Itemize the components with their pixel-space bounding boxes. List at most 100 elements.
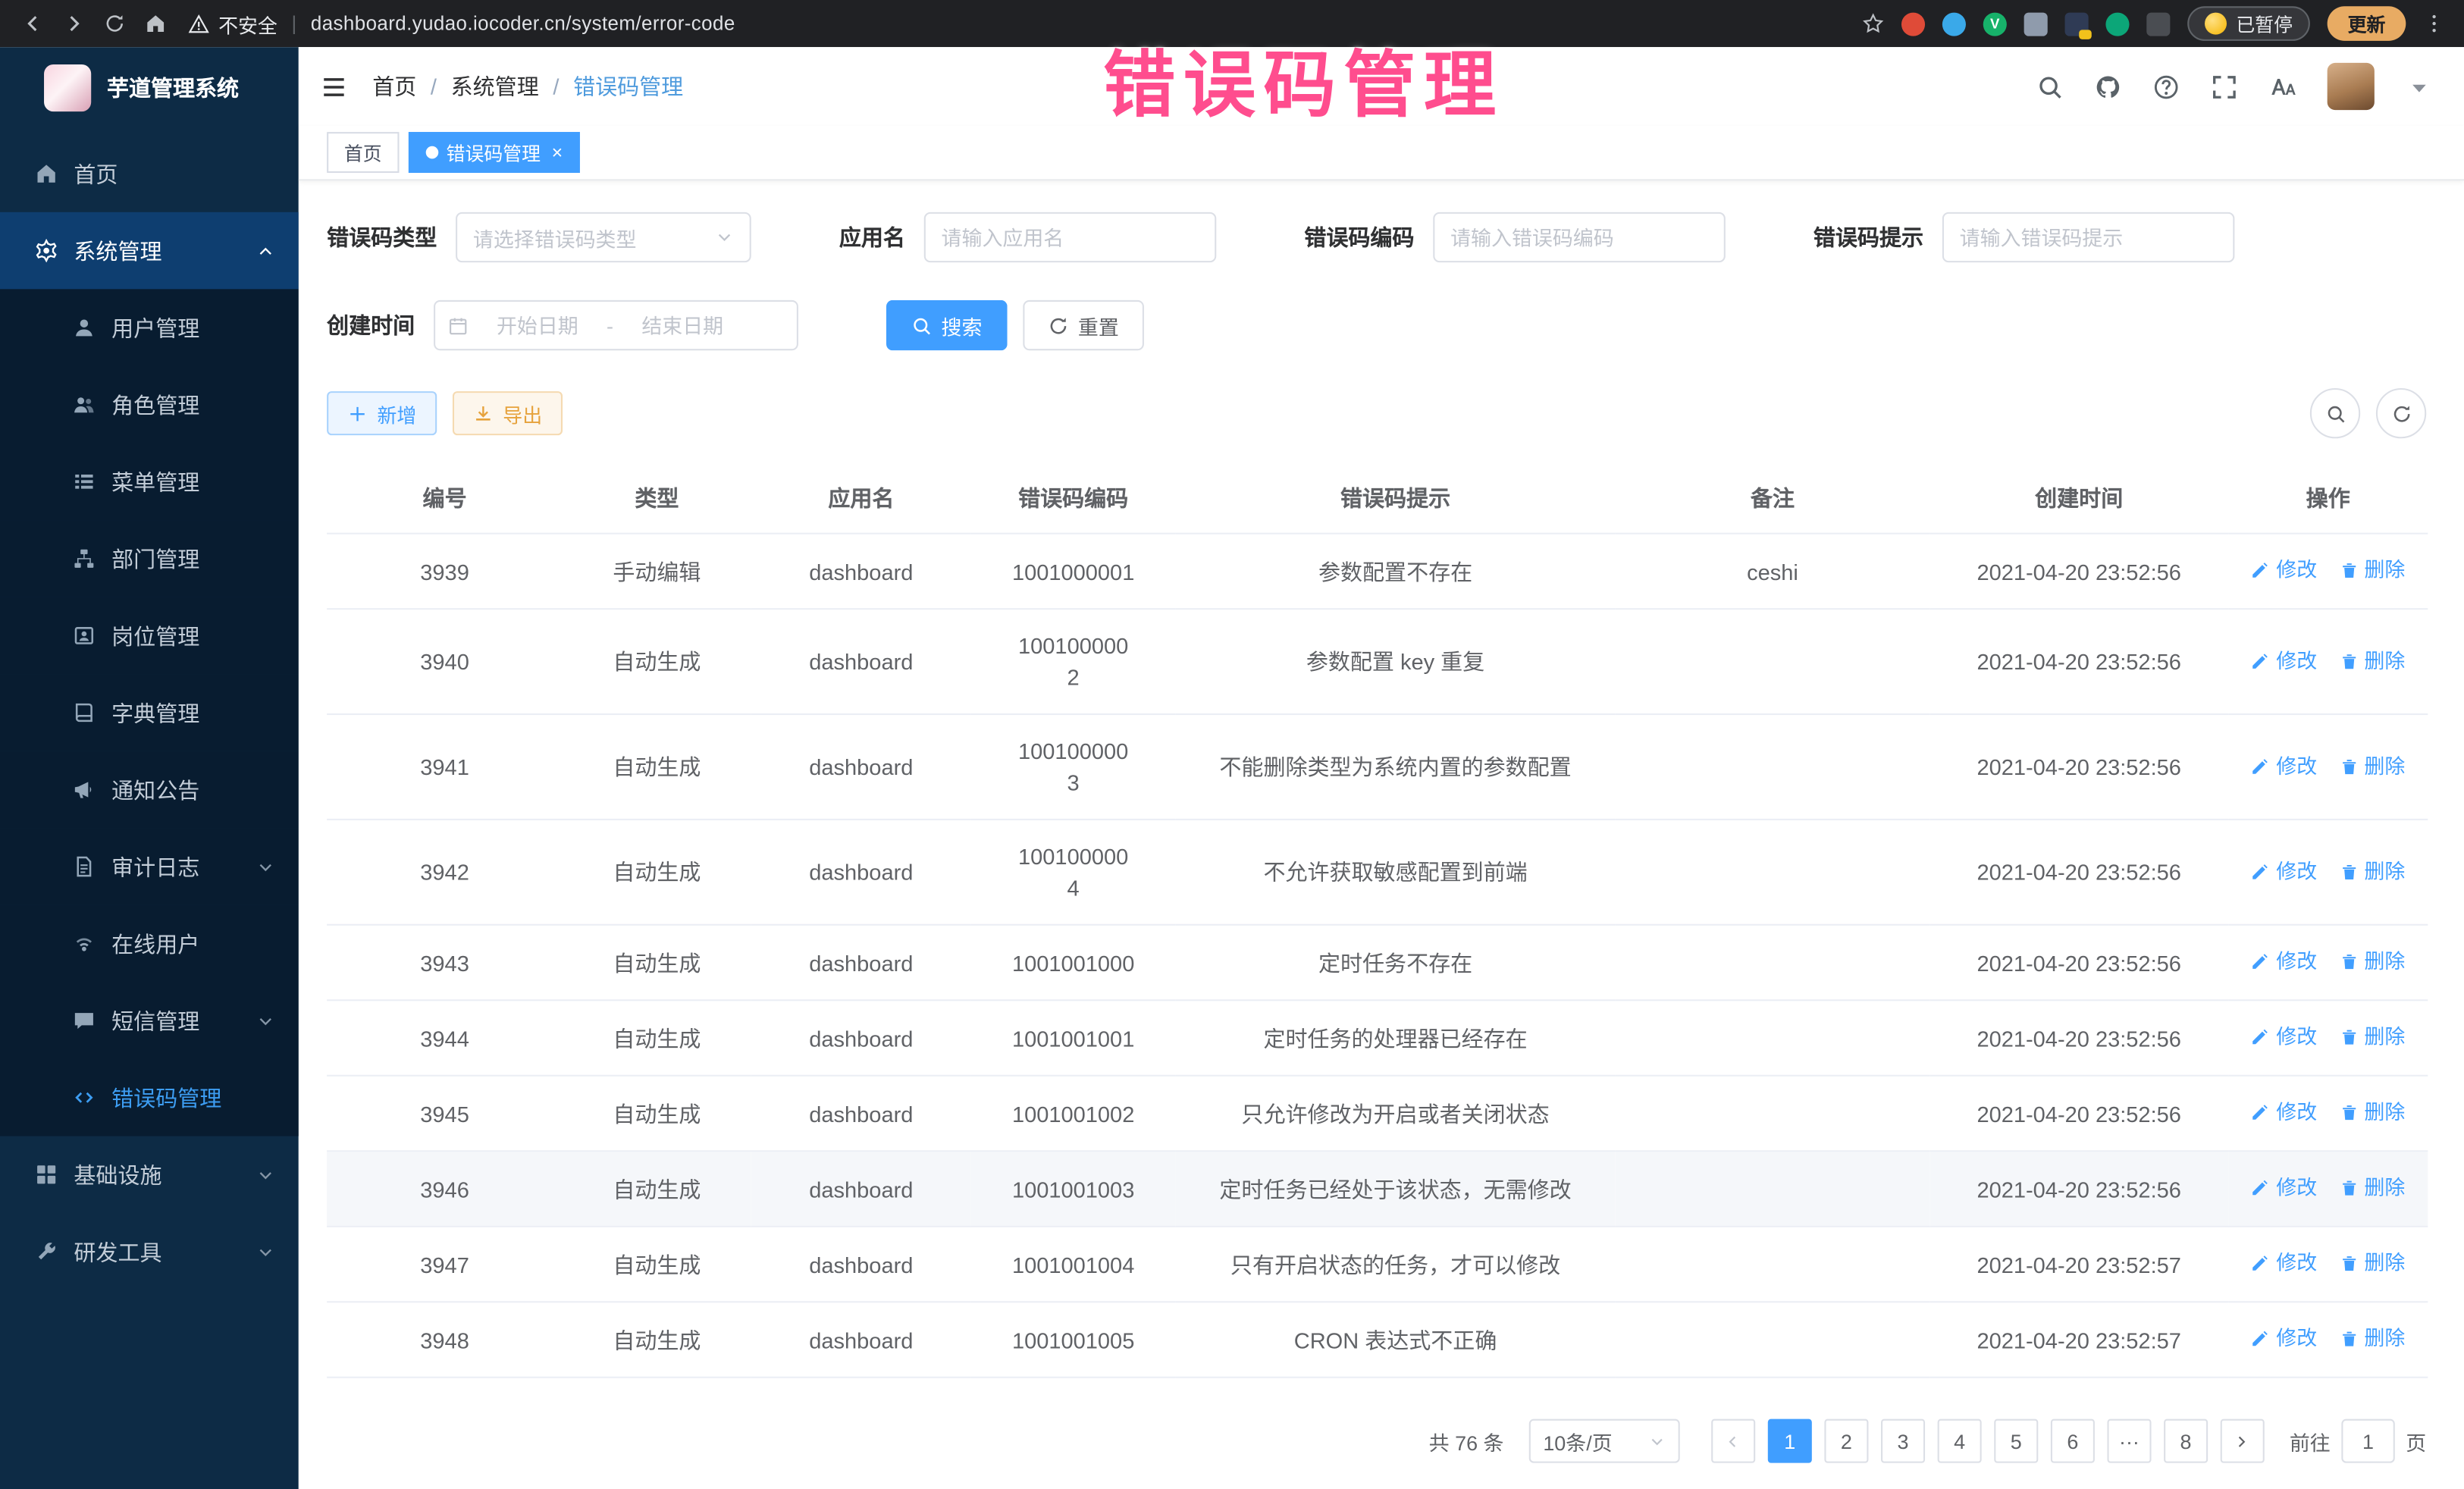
search-button[interactable]: 搜索 (886, 300, 1008, 350)
prev-page-button[interactable] (1711, 1419, 1755, 1463)
edit-link[interactable]: 修改 (2251, 856, 2317, 887)
help-icon[interactable] (2153, 73, 2180, 99)
chevron-down-icon (256, 1011, 275, 1030)
reset-button[interactable]: 重置 (1023, 300, 1144, 350)
sidebar-item-dept[interactable]: 部门管理 (0, 520, 299, 597)
delete-link[interactable]: 删除 (2339, 555, 2405, 586)
extension-icon-6[interactable] (2105, 12, 2129, 36)
sidebar-item-role[interactable]: 角色管理 (0, 366, 299, 444)
extensions-puzzle-icon[interactable] (2146, 12, 2170, 36)
github-icon[interactable] (2095, 73, 2121, 99)
profile-paused-badge[interactable]: 已暂停 (2187, 6, 2310, 41)
edit-link[interactable]: 修改 (2251, 946, 2317, 977)
search-button-label: 搜索 (942, 310, 983, 340)
browser-home-button[interactable] (135, 3, 176, 44)
avatar-caret-down-icon[interactable] (2406, 73, 2432, 99)
browser-menu-kebab-icon[interactable] (2423, 13, 2445, 35)
error-type-select[interactable]: 请选择错误码类型 (456, 212, 751, 262)
goto-page-input[interactable] (2341, 1419, 2394, 1463)
trash-icon (2339, 952, 2358, 971)
date-range-picker[interactable]: - (434, 300, 798, 350)
page-button-6[interactable]: 6 (2051, 1419, 2095, 1463)
tag-error-code[interactable]: 错误码管理 (409, 132, 580, 173)
cell-time: 2021-04-20 23:52:56 (1930, 1151, 2228, 1226)
sidebar-item-post[interactable]: 岗位管理 (0, 597, 299, 675)
user-avatar[interactable] (2328, 63, 2375, 110)
sidebar-item-audit-log[interactable]: 审计日志 (0, 828, 299, 905)
browser-reload-button[interactable] (94, 3, 135, 44)
page-button-5[interactable]: 5 (1994, 1419, 2038, 1463)
edit-link[interactable]: 修改 (2251, 1021, 2317, 1052)
font-size-icon[interactable] (2269, 73, 2296, 99)
page-button-4[interactable]: 4 (1938, 1419, 1982, 1463)
sidebar-item-menu[interactable]: 菜单管理 (0, 444, 299, 521)
search-icon[interactable] (2036, 73, 2063, 99)
browser-forward-button[interactable] (53, 3, 94, 44)
delete-link[interactable]: 删除 (2339, 751, 2405, 782)
error-code-input[interactable] (1433, 212, 1726, 262)
tag-close-icon[interactable] (552, 142, 563, 164)
sidebar-item-infra[interactable]: 基础设施 (0, 1136, 299, 1214)
cell-id: 3939 (327, 534, 563, 609)
signal-icon (72, 932, 96, 955)
delete-link[interactable]: 删除 (2339, 1323, 2405, 1354)
app-name-input[interactable] (924, 212, 1217, 262)
breadcrumb-home[interactable]: 首页 (372, 71, 416, 102)
extension-icon-3[interactable]: V (1983, 12, 2007, 36)
next-page-button[interactable] (2221, 1419, 2265, 1463)
fullscreen-icon[interactable] (2211, 73, 2237, 99)
delete-link[interactable]: 删除 (2339, 1172, 2405, 1203)
sidebar-item-sms[interactable]: 短信管理 (0, 982, 299, 1059)
page-ellipsis-button[interactable]: ··· (2107, 1419, 2151, 1463)
tag-home[interactable]: 首页 (327, 132, 399, 173)
delete-link[interactable]: 删除 (2339, 645, 2405, 676)
sidebar-item-system[interactable]: 系统管理 (0, 212, 299, 290)
sidebar-item-home[interactable]: 首页 (0, 135, 299, 212)
browser-back-button[interactable] (13, 3, 54, 44)
edit-link[interactable]: 修改 (2251, 751, 2317, 782)
end-date-input[interactable] (619, 312, 745, 338)
cell-remark (1616, 1227, 1930, 1302)
error-hint-input[interactable] (1942, 212, 2235, 262)
edit-link[interactable]: 修改 (2251, 555, 2317, 586)
security-label: 不安全 (218, 8, 277, 38)
delete-link[interactable]: 删除 (2339, 1021, 2405, 1052)
extension-icon-2[interactable] (1942, 12, 1966, 36)
extension-icon-1[interactable] (1901, 12, 1925, 36)
refresh-table-button[interactable] (2376, 388, 2426, 438)
delete-link[interactable]: 删除 (2339, 946, 2405, 977)
edit-link[interactable]: 修改 (2251, 1097, 2317, 1128)
export-button[interactable]: 导出 (453, 391, 563, 435)
sidebar-item-devtool[interactable]: 研发工具 (0, 1213, 299, 1290)
delete-link[interactable]: 删除 (2339, 856, 2405, 887)
address-bar[interactable]: 不安全 | dashboard.yudao.iocoder.cn/system/… (189, 8, 735, 38)
sidebar-item-notice[interactable]: 通知公告 (0, 751, 299, 829)
page-size-select[interactable]: 10条/页 (1529, 1419, 1680, 1463)
start-date-input[interactable] (475, 312, 600, 338)
sidebar-item-error-code[interactable]: 错误码管理 (0, 1059, 299, 1136)
sidebar-item-online-user[interactable]: 在线用户 (0, 905, 299, 983)
edit-link[interactable]: 修改 (2251, 1248, 2317, 1279)
edit-link[interactable]: 修改 (2251, 645, 2317, 676)
page-button-1[interactable]: 1 (1768, 1419, 1812, 1463)
sidebar-item-user[interactable]: 用户管理 (0, 289, 299, 366)
extension-icon-4[interactable] (2024, 12, 2048, 36)
breadcrumb-system[interactable]: 系统管理 (451, 71, 539, 102)
delete-link[interactable]: 删除 (2339, 1248, 2405, 1279)
browser-update-button[interactable]: 更新 (2328, 6, 2406, 41)
app-logo[interactable]: 芋道管理系统 (0, 47, 299, 129)
page-button-8[interactable]: 8 (2164, 1419, 2208, 1463)
delete-link[interactable]: 删除 (2339, 1097, 2405, 1128)
extension-icon-5[interactable] (2064, 12, 2088, 36)
add-button[interactable]: 新增 (327, 391, 437, 435)
toggle-search-button[interactable] (2310, 388, 2360, 438)
trash-icon (2339, 1254, 2358, 1273)
edit-link[interactable]: 修改 (2251, 1323, 2317, 1354)
page-button-2[interactable]: 2 (1824, 1419, 1868, 1463)
bookmark-star-icon[interactable] (1862, 13, 1884, 35)
sidebar-collapse-icon[interactable] (321, 73, 347, 99)
edit-link[interactable]: 修改 (2251, 1172, 2317, 1203)
sidebar-item-dict[interactable]: 字典管理 (0, 674, 299, 751)
page-button-3[interactable]: 3 (1881, 1419, 1925, 1463)
filter-group-app: 应用名 (839, 212, 1216, 262)
